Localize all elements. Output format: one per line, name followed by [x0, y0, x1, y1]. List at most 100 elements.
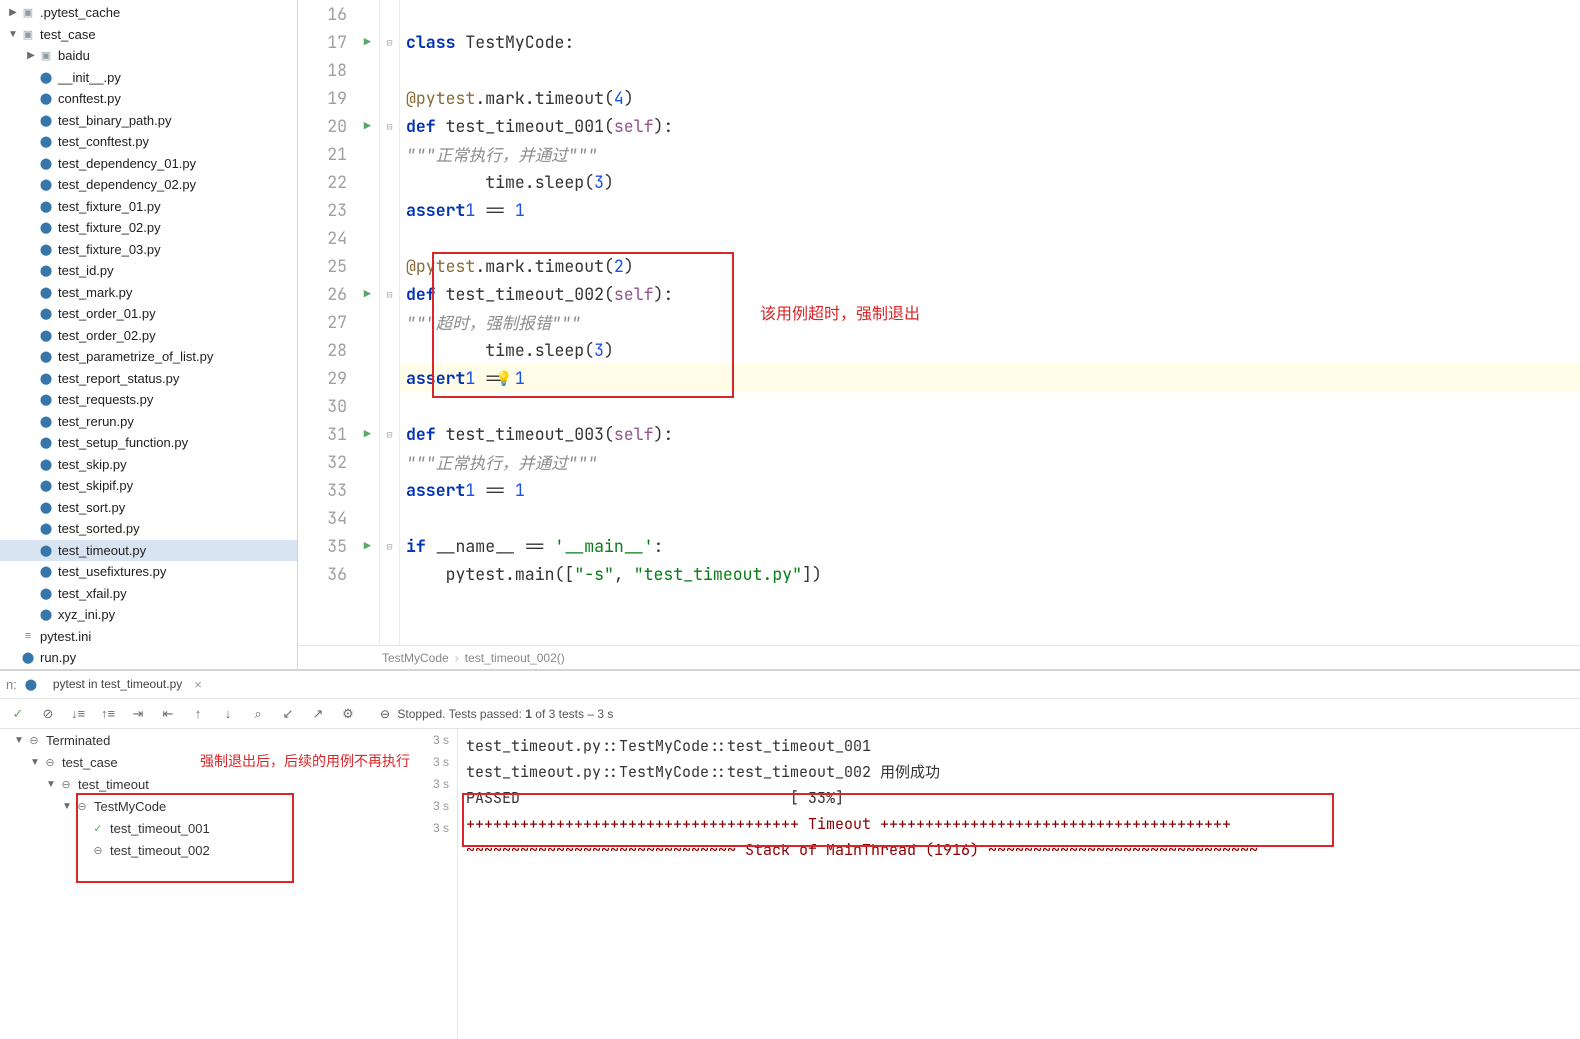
tree-file[interactable]: ⬤test_dependency_02.py — [0, 174, 297, 196]
run-gutter-icon[interactable]: ▶ — [364, 286, 371, 302]
tree-file-pytest-ini[interactable]: ≡ pytest.ini — [0, 626, 297, 648]
tree-file-run-py[interactable]: ⬤ run.py — [0, 647, 297, 669]
run-gutter-icon[interactable]: ▶ — [364, 34, 371, 50]
chevron-icon: ▼ — [28, 757, 42, 768]
fold-column: ⊟⊟⊟⊟⊟ — [380, 0, 400, 645]
sort-az-icon[interactable]: ↓≡ — [68, 704, 88, 724]
down-arrow-icon[interactable]: ↓ — [218, 704, 238, 724]
tree-file[interactable]: ⬤test_report_status.py — [0, 368, 297, 390]
tree-file[interactable]: ⬤test_binary_path.py — [0, 110, 297, 132]
tree-folder-test-case[interactable]: ▼ ▣ test_case — [0, 24, 297, 46]
test-result-row[interactable]: ▼⊖Terminated3 s — [0, 729, 457, 751]
tree-file[interactable]: ⬤test_mark.py — [0, 282, 297, 304]
python-file-icon: ⬤ — [38, 478, 54, 494]
search-icon[interactable]: ⌕ — [248, 704, 268, 724]
test-status: ⊖ Stopped. Tests passed: 1 of 3 tests – … — [380, 707, 1572, 721]
test-result-row[interactable]: ▼⊖test_timeout3 s — [0, 773, 457, 795]
python-file-icon: ⬤ — [38, 327, 54, 343]
tree-file[interactable]: ⬤test_order_02.py — [0, 325, 297, 347]
python-file-icon: ⬤ — [38, 392, 54, 408]
chevron-icon: ▼ — [44, 779, 58, 790]
python-file-icon: ⬤ — [38, 456, 54, 472]
tree-file[interactable]: ⬤test_order_01.py — [0, 303, 297, 325]
test-terminated-icon: ⊖ — [26, 732, 42, 748]
tree-file[interactable]: ⬤test_setup_function.py — [0, 432, 297, 454]
chevron-icon: ▼ — [12, 735, 26, 746]
tree-file[interactable]: ⬤test_parametrize_of_list.py — [0, 346, 297, 368]
python-file-icon: ⬤ — [38, 198, 54, 214]
editor-area: 1617▶181920▶212223242526▶2728293031▶3233… — [298, 0, 1580, 669]
tree-file[interactable]: ⬤test_sorted.py — [0, 518, 297, 540]
tree-file[interactable]: ⬤test_conftest.py — [0, 131, 297, 153]
run-tab[interactable]: pytest in test_timeout.py — [43, 677, 192, 693]
expand-icon[interactable]: ⇥ — [128, 704, 148, 724]
annotation-box-tree — [76, 793, 294, 883]
chevron-right-icon: ▶ — [24, 50, 38, 61]
folder-icon: ▣ — [20, 5, 36, 21]
tree-file[interactable]: ⬤__init__.py — [0, 67, 297, 89]
python-file-icon: ⬤ — [38, 69, 54, 85]
python-file-icon: ⬤ — [38, 499, 54, 515]
annotation-text-1: 该用例超时，强制退出 — [760, 300, 920, 324]
line-number-gutter: 1617▶181920▶212223242526▶2728293031▶3233… — [298, 0, 380, 645]
tree-file[interactable]: ⬤test_skipif.py — [0, 475, 297, 497]
tree-file[interactable]: ⬤test_xfail.py — [0, 583, 297, 605]
up-arrow-icon[interactable]: ↑ — [188, 704, 208, 724]
python-file-icon: ⬤ — [38, 585, 54, 601]
folder-icon: ▣ — [20, 26, 36, 42]
close-tab-icon[interactable]: × — [194, 677, 202, 692]
test-result-tree[interactable]: ▼⊖Terminated3 s▼⊖test_case3 s▼⊖test_time… — [0, 729, 458, 1039]
tree-file[interactable]: ⬤test_fixture_03.py — [0, 239, 297, 261]
ok-icon[interactable]: ✓ — [8, 704, 28, 724]
run-panel: n: ⬤ pytest in test_timeout.py × ✓ ⊘ ↓≡ … — [0, 670, 1580, 1039]
tree-file[interactable]: ⬤test_requests.py — [0, 389, 297, 411]
disabled-icon[interactable]: ⊘ — [38, 704, 58, 724]
python-file-icon: ⬤ — [38, 220, 54, 236]
python-file-icon: ⬤ — [38, 435, 54, 451]
annotation-box-1 — [432, 252, 734, 398]
python-file-icon: ⬤ — [38, 542, 54, 558]
python-file-icon: ⬤ — [38, 521, 54, 537]
tree-file[interactable]: ⬤test_fixture_02.py — [0, 217, 297, 239]
python-file-icon: ⬤ — [38, 349, 54, 365]
tree-file[interactable]: ⬤xyz_ini.py — [0, 604, 297, 626]
python-file-icon: ⬤ — [38, 306, 54, 322]
tree-file[interactable]: ⬤test_rerun.py — [0, 411, 297, 433]
project-tree[interactable]: ▶ ▣ .pytest_cache ▼ ▣ test_case ▶ ▣ baid… — [0, 0, 298, 669]
import-icon[interactable]: ↙ — [278, 704, 298, 724]
test-terminated-icon: ⊖ — [42, 754, 58, 770]
sort-za-icon[interactable]: ↑≡ — [98, 704, 118, 724]
collapse-icon[interactable]: ⇤ — [158, 704, 178, 724]
test-terminated-icon: ⊖ — [58, 776, 74, 792]
tree-file[interactable]: ⬤test_usefixtures.py — [0, 561, 297, 583]
python-file-icon: ⬤ — [23, 677, 39, 693]
tree-folder-baidu[interactable]: ▶ ▣ baidu — [0, 45, 297, 67]
python-file-icon: ⬤ — [38, 91, 54, 107]
tree-file[interactable]: ⬤test_dependency_01.py — [0, 153, 297, 175]
run-toolbar: ✓ ⊘ ↓≡ ↑≡ ⇥ ⇤ ↑ ↓ ⌕ ↙ ↗ ⚙ ⊖ Stopped. Tes… — [0, 699, 1580, 729]
run-gutter-icon[interactable]: ▶ — [364, 118, 371, 134]
chevron-right-icon: ▶ — [6, 7, 20, 18]
run-gutter-icon[interactable]: ▶ — [364, 426, 371, 442]
run-gutter-icon[interactable]: ▶ — [364, 538, 371, 554]
python-file-icon: ⬤ — [38, 112, 54, 128]
code-content[interactable]: 💡 该用例超时，强制退出 class TestMyCode: @pytest.m… — [400, 0, 1580, 645]
run-tab-bar[interactable]: n: ⬤ pytest in test_timeout.py × — [0, 671, 1580, 699]
breadcrumb-separator-icon: › — [455, 651, 459, 665]
tree-file[interactable]: ⬤test_sort.py — [0, 497, 297, 519]
export-icon[interactable]: ↗ — [308, 704, 328, 724]
code-editor[interactable]: 1617▶181920▶212223242526▶2728293031▶3233… — [298, 0, 1580, 645]
console-line: test_timeout.py::TestMyCode::test_timeou… — [466, 733, 1572, 759]
gear-icon[interactable]: ⚙ — [338, 704, 358, 724]
tree-file[interactable]: ⬤test_skip.py — [0, 454, 297, 476]
python-file-icon: ⬤ — [38, 155, 54, 171]
breadcrumb[interactable]: TestMyCode › test_timeout_002() — [298, 645, 1580, 669]
annotation-box-console — [462, 793, 1334, 847]
tree-file[interactable]: ⬤conftest.py — [0, 88, 297, 110]
tree-file[interactable]: ⬤test_timeout.py — [0, 540, 297, 562]
tree-file[interactable]: ⬤test_id.py — [0, 260, 297, 282]
python-file-icon: ⬤ — [38, 564, 54, 580]
tree-file[interactable]: ⬤test_fixture_01.py — [0, 196, 297, 218]
tree-folder-pytest-cache[interactable]: ▶ ▣ .pytest_cache — [0, 2, 297, 24]
test-console[interactable]: test_timeout.py::TestMyCode::test_timeou… — [458, 729, 1580, 1039]
